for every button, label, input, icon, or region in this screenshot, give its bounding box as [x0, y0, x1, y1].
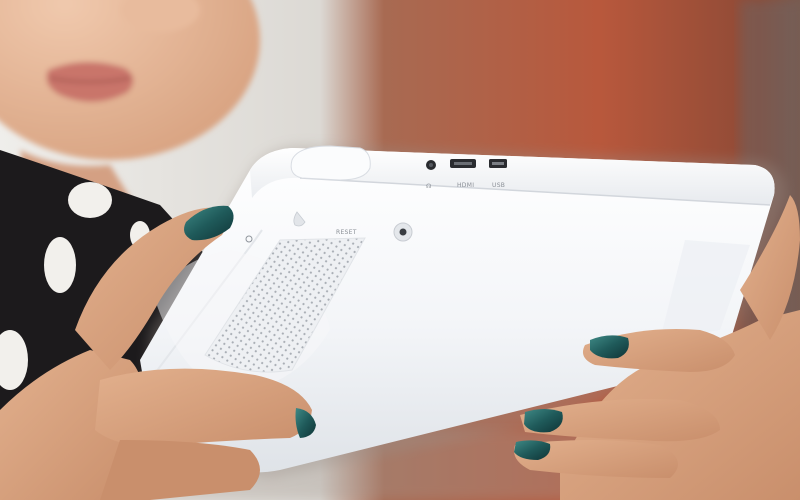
photo-scene: ☊ HDMI USB RESET <<	[0, 0, 800, 500]
shirt-dot	[44, 237, 76, 293]
headphone-label: ☊	[426, 183, 432, 190]
reset-label: RESET	[336, 229, 357, 236]
hdmi-label: HDMI	[457, 182, 474, 189]
shirt-dot	[68, 182, 112, 218]
shoulder-button	[290, 145, 371, 181]
photo-canvas: ☊ HDMI USB RESET <<	[0, 0, 800, 500]
usb-label: USB	[492, 182, 505, 189]
